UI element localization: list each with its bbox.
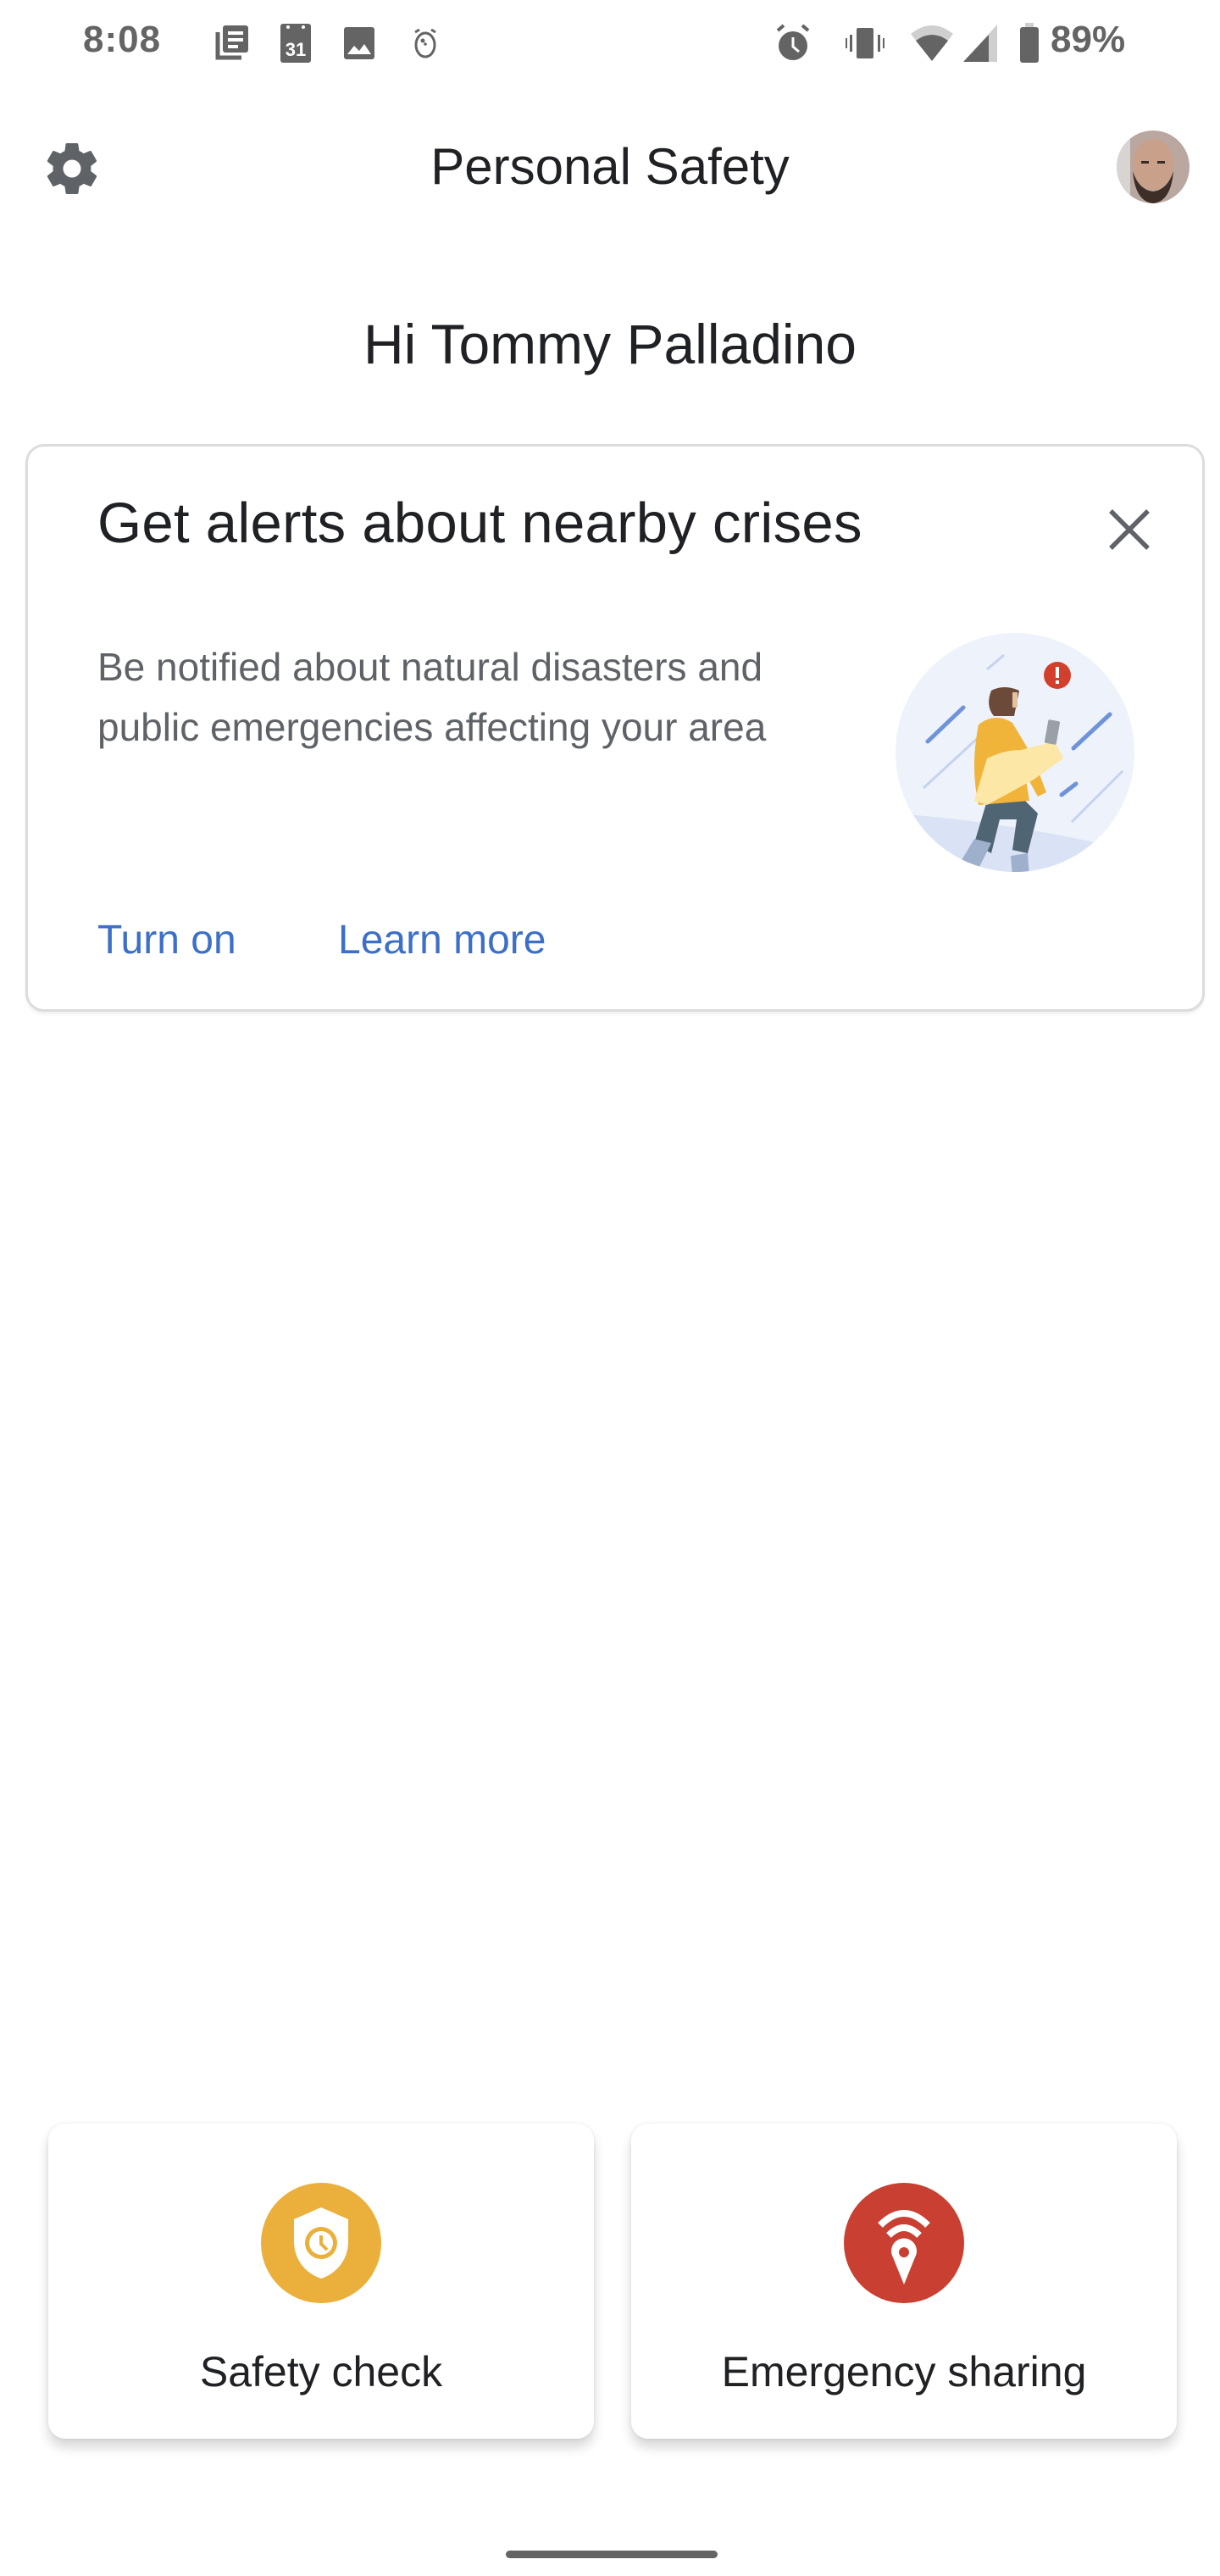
emergency-sharing-label: Emergency sharing — [721, 2348, 1087, 2396]
wifi-icon — [910, 22, 954, 64]
alert-card-title: Get alerts about nearby crises — [97, 491, 862, 555]
safety-check-card[interactable]: Safety check — [48, 2124, 594, 2439]
alert-card-description: Be notified about natural disasters and … — [97, 645, 767, 749]
app-title: Personal Safety — [430, 138, 790, 195]
news-icon — [210, 22, 254, 64]
shield-clock-icon — [261, 2183, 381, 2303]
dismiss-button[interactable] — [1095, 497, 1163, 565]
status-bar: 8:08 31 89% — [0, 0, 1220, 85]
photo-icon — [341, 22, 378, 64]
calendar-day: 31 — [286, 39, 306, 60]
alarm-icon — [773, 22, 813, 64]
close-icon — [1107, 508, 1151, 556]
turn-on-button[interactable]: Turn on — [97, 917, 236, 963]
bedtime-alarm-icon — [407, 22, 444, 64]
learn-more-link[interactable]: Learn more — [338, 917, 546, 963]
greeting: Hi Tommy Palladino — [363, 313, 857, 375]
battery-percent: 89% — [1051, 19, 1126, 60]
crisis-alert-card: Get alerts about nearby crises Be notifi… — [25, 444, 1205, 1012]
status-time: 8:08 — [83, 19, 162, 60]
safety-check-label: Safety check — [199, 2348, 443, 2396]
person-with-phone-alert-illustration — [894, 631, 1136, 874]
gesture-navigation-bar[interactable] — [506, 2551, 718, 2558]
vibrate-icon — [844, 22, 886, 64]
emergency-sharing-card[interactable]: Emergency sharing — [631, 2124, 1177, 2439]
app-header: Personal Safety — [0, 119, 1220, 220]
location-broadcast-icon — [844, 2183, 964, 2303]
avatar[interactable] — [1117, 130, 1190, 203]
battery-icon — [1017, 22, 1042, 64]
cell-signal-icon — [961, 22, 1000, 64]
calendar-icon: 31 — [276, 22, 315, 64]
